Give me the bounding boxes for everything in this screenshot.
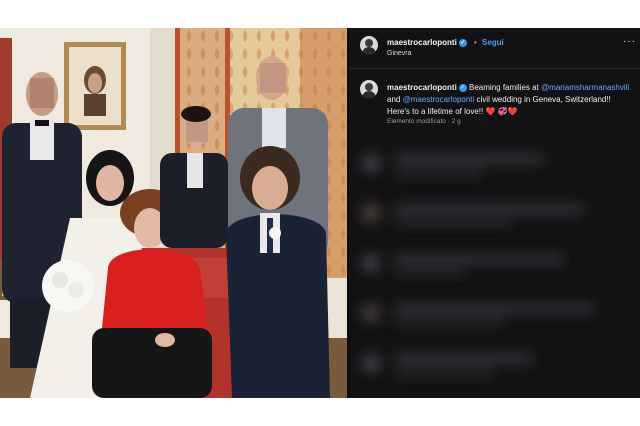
caption-text-2: and <box>387 95 403 104</box>
caption-username[interactable]: maestrocarloponti <box>387 83 457 92</box>
post-meta: Elemento modificato · 2 g <box>387 118 461 125</box>
caption-verified-badge-icon: ✓ <box>458 83 467 92</box>
blurred-comments <box>361 153 594 375</box>
post-header: maestrocarloponti ✓ • Segui Ginevra ··· <box>349 28 640 68</box>
header-divider <box>349 68 640 69</box>
avatar-head <box>365 39 373 47</box>
profile-avatar[interactable] <box>360 36 378 54</box>
instagram-screenshot: maestrocarloponti ✓ • Segui Ginevra ··· m… <box>0 28 640 398</box>
post-location[interactable]: Ginevra <box>387 50 412 57</box>
post-username[interactable]: maestrocarloponti ✓ <box>387 38 467 47</box>
verified-badge-icon: ✓ <box>458 38 467 47</box>
more-options-icon[interactable]: ··· <box>623 36 636 47</box>
caption-mention-2[interactable]: @maestrocarloponti <box>403 95 475 104</box>
wedding-photo <box>0 28 347 398</box>
caption-avatar-torso <box>362 91 376 98</box>
follow-button[interactable]: Segui <box>482 38 504 47</box>
caption-text-1: Beaming families at <box>466 83 542 92</box>
post-caption: maestrocarloponti ✓ Beaming families at @… <box>387 82 633 118</box>
caption-mention-1[interactable]: @mariamsharmanashvili <box>541 83 629 92</box>
header-separator: • <box>474 38 477 47</box>
post-photo <box>0 28 347 398</box>
caption-emoji: ❤️ 💞❤️ <box>485 107 518 116</box>
username-text[interactable]: maestrocarloponti <box>387 38 457 47</box>
avatar-torso <box>362 47 376 54</box>
instagram-post-panel: maestrocarloponti ✓ • Segui Ginevra ··· m… <box>349 28 640 398</box>
caption-avatar[interactable] <box>360 80 378 98</box>
caption-avatar-head <box>365 83 373 91</box>
